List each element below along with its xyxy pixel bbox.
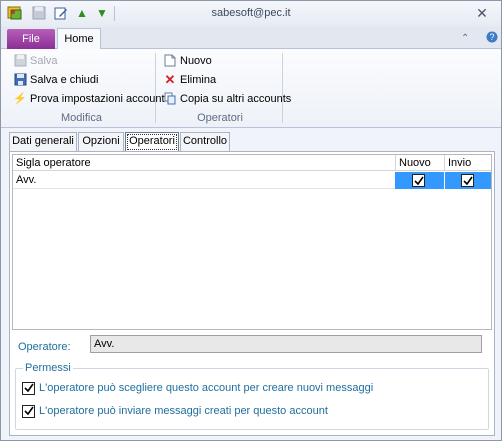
operatori-panel: Sigla operatore Nuovo Invio Avv. Operato… [9,151,495,436]
tab-file[interactable]: File [7,29,55,49]
operatore-field[interactable]: Avv. [90,335,482,353]
elimina-button[interactable]: ✕ Elimina [163,71,217,88]
column-sigla-operatore[interactable]: Sigla operatore [13,155,395,171]
cell-sigla[interactable]: Avv. [13,172,395,189]
cell-invio[interactable] [444,172,491,189]
delete-icon: ✕ [164,71,176,87]
nuovo-checkbox[interactable] [412,174,425,187]
tab-opzioni[interactable]: Opzioni [78,132,124,151]
copia-button[interactable]: Copia su altri accounts [163,90,291,107]
column-nuovo[interactable]: Nuovo [396,155,444,171]
ribbon-controls: ⌃ ? [461,31,498,44]
account-window: ▲ ▼ sabesoft@pec.it ✕ File Home ⌃ ? Salv… [0,0,502,441]
save-close-icon [13,73,27,87]
window-title: sabesoft@pec.it [211,7,291,19]
save-icon [13,54,27,68]
operators-grid: Sigla operatore Nuovo Invio Avv. [12,154,492,330]
salva-chiudi-button[interactable]: Salva e chiudi [13,71,99,88]
close-button[interactable]: ✕ [467,4,497,22]
help-icon[interactable]: ? [486,31,498,44]
grid-header: Sigla operatore Nuovo Invio [13,155,491,171]
tab-operatori[interactable]: Operatori [125,132,179,152]
nuovo-button[interactable]: Nuovo [163,52,212,69]
permesso-inviare-label: L'operatore può inviare messaggi creati … [39,405,328,417]
column-invio[interactable]: Invio [445,155,491,171]
group-modifica: Salva Salva e chiudi ⚡ Prova impostazion… [9,49,165,128]
permesso-nuovi-messaggi[interactable]: L'operatore può scegliere questo account… [22,380,373,396]
prova-impostazioni-label: Prova impostazioni account [30,92,165,105]
tab-controllo[interactable]: Controllo [180,132,230,151]
svg-text:?: ? [490,32,495,42]
permesso-nuovi-label: L'operatore può scegliere questo account… [39,382,374,394]
cell-nuovo[interactable] [395,172,444,189]
salva-button[interactable]: Salva [13,52,58,69]
elimina-label: Elimina [180,73,217,86]
permessi-legend: Permessi [23,362,73,374]
salva-label: Salva [30,54,58,67]
group-modifica-label: Modifica [61,112,102,124]
group-separator [155,53,156,123]
copia-label: Copia su altri accounts [180,92,292,105]
tab-dati-generali[interactable]: Dati generali [9,132,77,151]
title-bar: ▲ ▼ sabesoft@pec.it ✕ [1,1,501,27]
group-operatori-label: Operatori [197,112,243,124]
lightning-icon: ⚡ [13,93,27,105]
operatore-label: Operatore: [18,341,71,353]
group-separator [282,53,283,123]
group-operatori: Nuovo ✕ Elimina Copia su altri accounts … [159,49,291,128]
table-row[interactable]: Avv. [13,172,491,189]
ribbon: Salva Salva e chiudi ⚡ Prova impostazion… [1,49,501,128]
ribbon-tab-row: File Home ⌃ ? [1,27,501,50]
tab-home[interactable]: Home [57,28,101,50]
new-document-icon [163,54,177,68]
prova-impostazioni-button[interactable]: ⚡ Prova impostazioni account [13,90,165,107]
permesso-nuovi-checkbox[interactable] [22,381,35,395]
salva-chiudi-label: Salva e chiudi [30,73,99,86]
nuovo-label: Nuovo [180,54,212,67]
collapse-ribbon-icon[interactable]: ⌃ [461,33,469,44]
permesso-inviare-messaggi[interactable]: L'operatore può inviare messaggi creati … [22,403,328,419]
copy-icon [163,92,177,106]
permessi-group: Permessi L'operatore può scegliere quest… [15,362,489,430]
permesso-inviare-checkbox[interactable] [22,404,35,418]
invio-checkbox[interactable] [461,174,474,187]
